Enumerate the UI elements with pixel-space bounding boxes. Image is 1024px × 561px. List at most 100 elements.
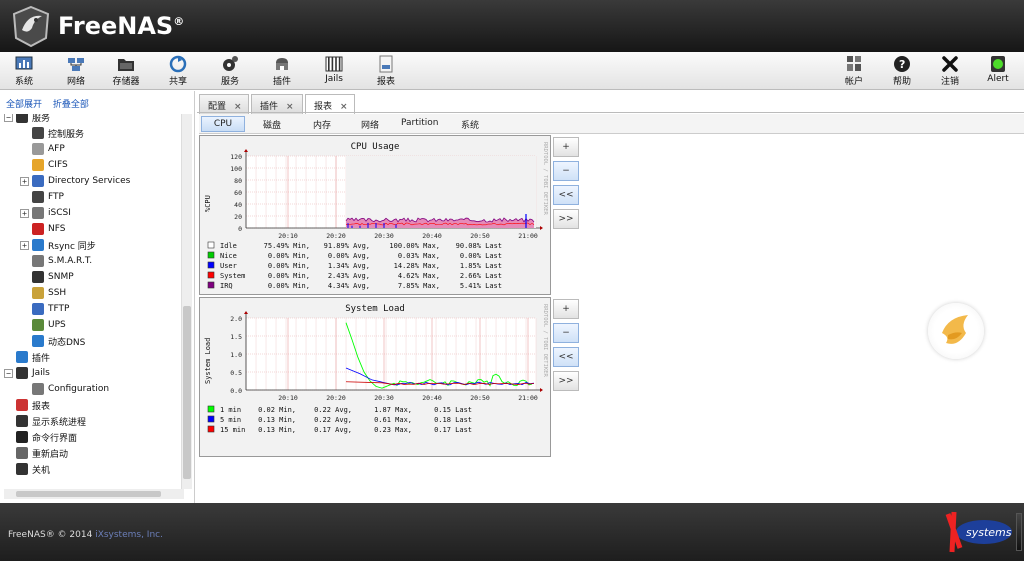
toolbar-button-label: 帮助 [892, 77, 911, 87]
legend-last: 90.08% Last [456, 242, 502, 250]
toolbar-button-help[interactable]: ? 帮助 [884, 55, 920, 87]
tree-item-afp[interactable]: AFP [32, 142, 65, 156]
tree-item-tftp[interactable]: TFTP [32, 302, 69, 316]
tree-item-ups[interactable]: UPS [32, 318, 66, 332]
freenas-bird-icon [928, 303, 984, 359]
toolbar-button-storage[interactable]: 存储器 [106, 55, 146, 87]
toolbar-button-alert[interactable]: Alert [980, 55, 1016, 87]
tree-item-shell[interactable]: 命令行界面 [16, 430, 77, 444]
tree-item-ssh[interactable]: SSH [32, 286, 66, 300]
x-tick-label: 20:20 [326, 232, 346, 240]
y-tick-label: 80 [234, 177, 242, 185]
legend-min: 0.13 Min, [258, 426, 296, 434]
tree-item-cifs[interactable]: CIFS [32, 158, 68, 172]
tree-item-dynamic-dns[interactable]: 动态DNS [32, 334, 85, 348]
graph-back-button[interactable]: << [553, 347, 579, 367]
graph-forward-button[interactable]: >> [553, 209, 579, 229]
tree-item-smart[interactable]: S.M.A.R.T. [32, 254, 92, 268]
tree-item-reboot[interactable]: 重新启动 [16, 446, 68, 460]
company-link[interactable]: iXsystems, Inc. [95, 530, 163, 540]
subtab-1[interactable]: 磁盘 [253, 116, 291, 132]
y-tick-label: 60 [234, 189, 242, 197]
toolbar-button-plugins[interactable]: 插件 [262, 55, 302, 87]
legend-max: 4.62% Max, [398, 272, 440, 280]
tree-expand-toggle[interactable]: + [20, 209, 29, 218]
graph-zoom-in-button[interactable]: + [553, 137, 579, 157]
legend-name: Idle [220, 242, 237, 250]
legend-swatch [207, 271, 215, 279]
tree-item-rsync[interactable]: Rsync 同步 [32, 238, 96, 252]
reporting-icon [16, 399, 28, 411]
tree-item-shutdown[interactable]: 关机 [16, 462, 50, 476]
tree-item-services[interactable]: 服务 [16, 114, 50, 124]
plugins-icon [16, 351, 28, 363]
y-tick-label: 0.5 [230, 369, 242, 377]
tree-item-label: AFP [48, 144, 65, 154]
tree-item-jails[interactable]: Jails [16, 366, 50, 380]
sidebar-vertical-scrollbar[interactable] [181, 114, 192, 489]
toolbar-button-reporting[interactable]: 报表 [366, 55, 406, 87]
legend-swatch [207, 405, 215, 413]
tree-item-control-services[interactable]: 控制服务 [32, 126, 84, 140]
sidebar-horizontal-scrollbar[interactable] [4, 489, 184, 499]
tree-item-wrench[interactable]: Configuration [32, 382, 109, 396]
tree-item-iscsi[interactable]: iSCSI [32, 206, 71, 220]
tab-label: 配置 [208, 102, 227, 112]
graph-zoom-in-button[interactable]: + [553, 299, 579, 319]
tree-item-label: 报表 [32, 401, 51, 412]
toolbar-button-jails[interactable]: Jails [314, 55, 354, 87]
toolbar-button-logout[interactable]: 注销 [932, 55, 968, 87]
tree-expand-toggle[interactable]: − [4, 369, 13, 378]
tab-close-icon[interactable]: × [234, 102, 242, 112]
toolbar-button-system[interactable]: 系统 [4, 55, 44, 87]
tab-close-icon[interactable]: × [340, 102, 348, 112]
graph-back-button[interactable]: << [553, 185, 579, 205]
subtab-0[interactable]: CPU [201, 116, 245, 132]
tree-item-snmp[interactable]: SNMP [32, 270, 74, 284]
tab-close-icon[interactable]: × [286, 102, 294, 112]
tree-item-label: 控制服务 [48, 129, 85, 140]
snmp-icon [32, 271, 44, 283]
graph-zoom-out-button[interactable]: − [553, 323, 579, 343]
tree-item-processes[interactable]: 显示系统进程 [16, 414, 86, 428]
y-tick-label: 40 [234, 201, 242, 209]
subtab-2[interactable]: 内存 [303, 116, 341, 132]
y-tick-label: 1.0 [230, 351, 242, 359]
collapse-all-link[interactable]: 折叠全部 [53, 100, 89, 110]
legend-avg: 91.89% Avg, [324, 242, 370, 250]
tree-item-plugins[interactable]: 插件 [16, 350, 50, 364]
x-tick-label: 20:40 [422, 232, 442, 240]
tree-item-nfs[interactable]: NFS [32, 222, 65, 236]
toolbar-button-network[interactable]: 网络 [56, 55, 96, 87]
tree-item-label: CIFS [48, 160, 68, 170]
graph-forward-button[interactable]: >> [553, 371, 579, 391]
tree-item-label: UPS [48, 320, 66, 330]
scrollbar-thumb[interactable] [183, 306, 191, 479]
toolbar-button-account[interactable]: 帐户 [836, 55, 872, 87]
tree-item-label: iSCSI [48, 208, 71, 218]
y-tick-label: 0.0 [230, 387, 242, 395]
subtab-4[interactable]: Partition [391, 116, 449, 132]
tree-expand-toggle[interactable]: + [20, 177, 29, 186]
storage-icon [118, 59, 134, 71]
tftp-icon [32, 303, 44, 315]
reporting-icon [379, 55, 393, 73]
legend-avg: 0.00% Avg, [328, 252, 370, 260]
scrollbar-thumb[interactable] [16, 491, 161, 497]
toolbar-button-services[interactable]: 服务 [210, 55, 250, 87]
tab-1[interactable]: 插件 × [251, 94, 303, 114]
tab-0[interactable]: 配置 × [199, 94, 249, 114]
subtab-3[interactable]: 网络 [351, 116, 389, 132]
toolbar-button-sharing[interactable]: 共享 [158, 55, 198, 87]
tree-expand-toggle[interactable]: + [20, 241, 29, 250]
subtab-5[interactable]: 系统 [451, 116, 489, 132]
graph-zoom-out-button[interactable]: − [553, 161, 579, 181]
tree-expand-toggle[interactable]: − [4, 114, 13, 122]
legend-name: IRQ [220, 282, 233, 290]
tree-item-reporting[interactable]: 报表 [16, 398, 50, 412]
tree-item-ftp[interactable]: FTP [32, 190, 64, 204]
tree-item-directory-services[interactable]: Directory Services [32, 174, 130, 188]
toolbar-button-label: Jails [325, 74, 343, 84]
expand-all-link[interactable]: 全部展开 [6, 100, 42, 110]
tree-item-label: NFS [48, 224, 66, 234]
